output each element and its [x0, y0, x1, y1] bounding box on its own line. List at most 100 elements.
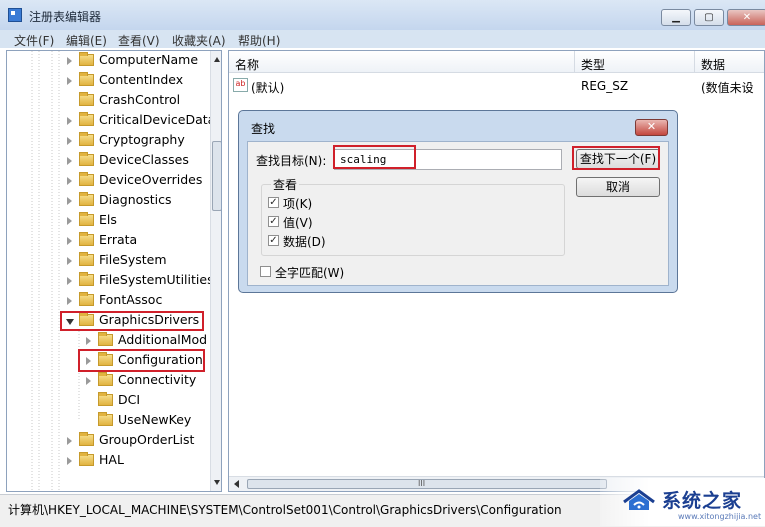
folder-icon: [79, 72, 94, 86]
folder-icon: [79, 292, 94, 306]
expand-arrow-icon[interactable]: [67, 257, 72, 265]
scroll-down-arrow-icon[interactable]: [214, 480, 220, 485]
column-name[interactable]: 名称: [229, 51, 575, 73]
value-name[interactable]: (默认): [251, 79, 284, 96]
registry-path: 计算机\HKEY_LOCAL_MACHINE\SYSTEM\ControlSet…: [8, 503, 562, 517]
folder-icon: [79, 132, 94, 146]
expand-arrow-icon[interactable]: [67, 297, 72, 305]
graphicsdrivers-highlight: [60, 311, 204, 331]
expand-arrow-icon[interactable]: [67, 237, 72, 245]
tree-item-label: Connectivity: [118, 372, 197, 387]
look-at-label: 查看: [271, 176, 300, 193]
tree-item-label: HAL: [99, 452, 124, 467]
title-bar: 注册表编辑器 ▁ ▢ ✕: [0, 0, 765, 30]
tree-item-label: FileSystemUtilities: [99, 272, 214, 287]
tree-item-label: Els: [99, 212, 117, 227]
expand-arrow-icon[interactable]: [67, 157, 72, 165]
minimize-button[interactable]: ▁: [661, 9, 691, 26]
menu-view[interactable]: 查看(V): [118, 32, 160, 49]
folder-icon: [79, 112, 94, 126]
folder-icon: [79, 52, 94, 66]
site-watermark: 系统之家 www.xitongzhijia.net: [600, 478, 765, 526]
registry-tree[interactable]: ComputerName ContentIndex CrashControl Crit…: [6, 50, 222, 492]
expand-arrow-icon[interactable]: [67, 77, 72, 85]
expand-arrow-icon[interactable]: [67, 117, 72, 125]
menu-file[interactable]: 文件(F): [14, 32, 54, 49]
h-scroll-thumb[interactable]: III: [247, 479, 607, 489]
configuration-highlight: [78, 349, 205, 372]
column-data[interactable]: 数据: [695, 51, 764, 73]
expand-arrow-icon[interactable]: [67, 197, 72, 205]
folder-icon: [79, 192, 94, 206]
find-dialog-title: 查找: [251, 122, 276, 136]
scroll-thumb[interactable]: [212, 141, 221, 211]
menu-bar: 文件(F) 编辑(E) 查看(V) 收藏夹(A) 帮助(H): [0, 30, 765, 48]
tree-item-label: UseNewKey: [118, 412, 192, 427]
keys-label: 项(K): [283, 197, 313, 211]
tree-item-label: Cryptography: [99, 132, 185, 147]
tree-item-label: FileSystem: [99, 252, 167, 267]
expand-arrow-icon[interactable]: [67, 177, 72, 185]
expand-arrow-icon[interactable]: [67, 217, 72, 225]
folder-icon: [79, 212, 94, 226]
folder-icon: [79, 232, 94, 246]
data-checkbox[interactable]: ✓: [268, 235, 279, 246]
folder-icon: [98, 412, 113, 426]
expand-arrow-icon[interactable]: [67, 277, 72, 285]
match-whole-checkbox[interactable]: [260, 266, 271, 277]
folder-icon: [79, 272, 94, 286]
tree-item-label: DeviceOverrides: [99, 172, 203, 187]
menu-edit[interactable]: 编辑(E): [66, 32, 107, 49]
folder-icon: [98, 372, 113, 386]
folder-icon: [98, 392, 113, 406]
tree-item-label: Diagnostics: [99, 192, 172, 207]
cancel-button[interactable]: 取消: [576, 177, 660, 197]
find-target-label: 查找目标(N):: [256, 154, 327, 168]
keys-checkbox[interactable]: ✓: [268, 197, 279, 208]
data-label: 数据(D): [283, 235, 326, 249]
tree-item-label: CrashControl: [99, 92, 181, 107]
tree-item-label: CriticalDeviceData: [99, 112, 216, 127]
find-dialog: 查找 ✕ 查找目标(N): scaling 查找下一个(F) 取消 查看 ✓ 项…: [238, 110, 678, 293]
expand-arrow-icon[interactable]: [67, 57, 72, 65]
folder-icon: [79, 172, 94, 186]
window-title: 注册表编辑器: [29, 10, 102, 24]
tree-item-label: ComputerName: [99, 52, 199, 67]
folder-icon: [79, 92, 94, 106]
tree-item-label: DCI: [118, 392, 141, 407]
string-value-icon: ab: [233, 78, 248, 92]
dialog-close-button[interactable]: ✕: [635, 119, 668, 136]
watermark-url: www.xitongzhijia.net: [678, 512, 762, 521]
expand-arrow-icon[interactable]: [86, 337, 91, 345]
match-whole-label: 全字匹配(W): [275, 266, 345, 280]
values-label: 值(V): [283, 216, 313, 230]
scroll-up-arrow-icon[interactable]: [214, 57, 220, 62]
menu-favorites[interactable]: 收藏夹(A): [172, 32, 226, 49]
tree-vertical-scrollbar[interactable]: [210, 51, 221, 491]
maximize-button[interactable]: ▢: [694, 9, 724, 26]
value-data: (数值未设: [701, 81, 754, 95]
folder-icon: [79, 432, 94, 446]
tree-item-label: DeviceClasses: [99, 152, 189, 167]
tree-item-label: ContentIndex: [99, 72, 184, 87]
expand-arrow-icon[interactable]: [67, 457, 72, 465]
folder-icon: [79, 152, 94, 166]
search-term-highlight: [333, 145, 416, 169]
folder-icon: [98, 332, 113, 346]
house-logo-icon: [623, 489, 655, 510]
column-type[interactable]: 类型: [575, 51, 695, 73]
expand-arrow-icon[interactable]: [86, 377, 91, 385]
tree-item-label: FontAssoc: [99, 292, 163, 307]
folder-icon: [79, 252, 94, 266]
values-checkbox[interactable]: ✓: [268, 216, 279, 227]
tree-item-label: GroupOrderList: [99, 432, 195, 447]
regedit-app-icon: [8, 8, 22, 22]
close-button[interactable]: ✕: [727, 9, 765, 26]
find-next-highlight: [572, 146, 660, 170]
tree-item-label: AdditionalMod: [118, 332, 208, 347]
expand-arrow-icon[interactable]: [67, 437, 72, 445]
menu-help[interactable]: 帮助(H): [238, 32, 280, 49]
value-type: REG_SZ: [581, 79, 629, 93]
expand-arrow-icon[interactable]: [67, 137, 72, 145]
scroll-left-arrow-icon[interactable]: [234, 480, 239, 488]
